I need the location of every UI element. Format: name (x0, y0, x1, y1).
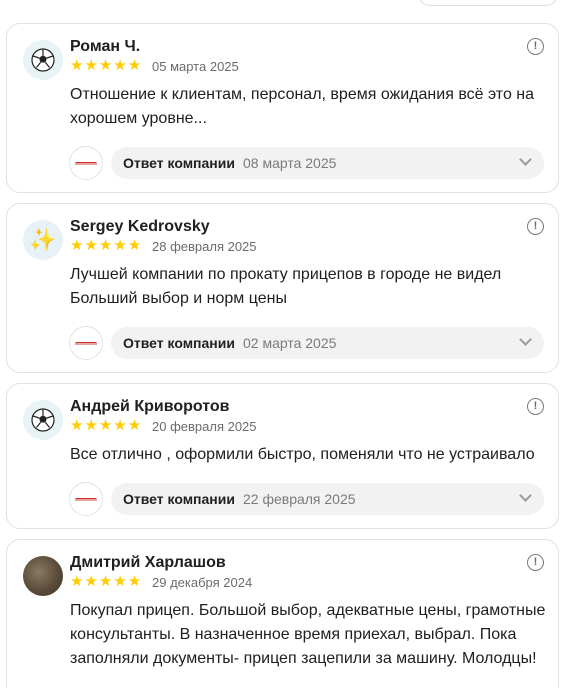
soccer-ball-icon[interactable] (23, 40, 63, 80)
sparkles-icon[interactable]: ✨ (23, 220, 63, 260)
info-icon[interactable]: ! (527, 38, 544, 55)
reviewer-name[interactable]: Роман Ч. (70, 38, 140, 56)
rating-stars: ★★★★★ (70, 57, 143, 74)
rating-stars: ★★★★★ (70, 417, 143, 434)
company-logo (69, 482, 103, 516)
reviews-page: Роман Ч. ★★★★★ 05 марта 2025 ! Отношение… (0, 0, 588, 688)
reply-label: Ответ компании (123, 335, 235, 351)
review-text: Лучшей компании по прокату прицепов в го… (70, 266, 502, 307)
company-reply-toggle[interactable]: Ответ компании 22 февраля 2025 (111, 483, 544, 515)
rating-stars: ★★★★★ (70, 573, 143, 590)
reviewer-name[interactable]: Андрей Криворотов (70, 398, 229, 416)
reply-label: Ответ компании (123, 491, 235, 507)
review-text: Все отлично , оформили быстро, поменяли … (70, 446, 535, 463)
review-date: 05 марта 2025 (152, 59, 239, 74)
reply-date: 08 марта 2025 (242, 155, 337, 171)
reviewer-name[interactable]: Sergey Kedrovsky (70, 218, 210, 236)
review-card: ✨ Sergey Kedrovsky ★★★★★ 28 февраля 2025… (6, 203, 559, 373)
reply-label: Ответ компании (123, 155, 235, 171)
company-reply-toggle[interactable]: Ответ компании 02 марта 2025 (111, 327, 544, 359)
info-icon[interactable]: ! (527, 218, 544, 235)
review-card: Дмитрий Харлашов ★★★★★ 29 декабря 2024 !… (6, 539, 559, 688)
user-photo-avatar[interactable] (23, 556, 63, 596)
review-date: 20 февраля 2025 (152, 419, 257, 434)
info-icon[interactable]: ! (527, 554, 544, 571)
company-reply-toggle[interactable]: Ответ компании 08 марта 2025 (111, 147, 544, 179)
rating-stars: ★★★★★ (70, 237, 143, 254)
reviewer-name[interactable]: Дмитрий Харлашов (70, 554, 226, 572)
sort-dropdown[interactable] (418, 0, 558, 6)
reply-date: 22 февраля 2025 (242, 491, 356, 507)
reply-date: 02 марта 2025 (242, 335, 337, 351)
chevron-down-icon (519, 153, 532, 166)
soccer-ball-icon[interactable] (23, 400, 63, 440)
chevron-down-icon (519, 333, 532, 346)
review-date: 28 февраля 2025 (152, 239, 257, 254)
review-date: 29 декабря 2024 (152, 575, 253, 590)
company-logo (69, 326, 103, 360)
review-text: Отношение к клиентам, персонал, время ож… (70, 86, 535, 127)
chevron-down-icon (519, 489, 532, 502)
review-card: Андрей Криворотов ★★★★★ 20 февраля 2025 … (6, 383, 559, 529)
company-logo (69, 146, 103, 180)
review-text: Покупал прицеп. Большой выбор, адекватны… (70, 602, 546, 667)
info-icon[interactable]: ! (527, 398, 544, 415)
review-card: Роман Ч. ★★★★★ 05 марта 2025 ! Отношение… (6, 23, 559, 193)
